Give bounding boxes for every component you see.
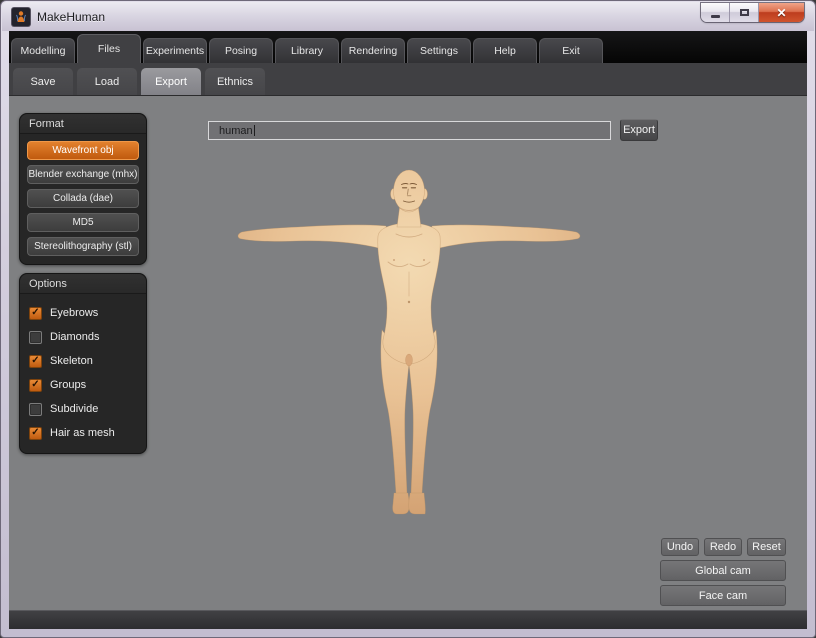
tab-export[interactable]: Export [141,68,201,95]
redo-button[interactable]: Redo [704,538,742,556]
option-row-hair-as-mesh: ✓ Hair as mesh [27,421,139,445]
format-panel-title: Format [20,114,146,134]
tab-files[interactable]: Files [77,34,141,63]
option-row-eyebrows: ✓ Eyebrows [27,301,139,325]
status-bar [9,610,807,629]
makehuman-logo-icon [12,8,30,26]
options-panel: Options ✓ Eyebrows Diamonds ✓ Skeleton [19,273,147,454]
text-caret [254,125,255,136]
tab-save[interactable]: Save [13,68,73,95]
reset-button[interactable]: Reset [747,538,786,556]
subdivide-checkbox[interactable] [29,403,42,416]
eyebrows-checkbox[interactable]: ✓ [29,307,42,320]
window-controls: ✕ [701,3,804,22]
format-md5-button[interactable]: MD5 [27,213,139,232]
close-button[interactable]: ✕ [759,3,804,22]
export-button[interactable]: Export [620,119,658,141]
app-window: MakeHuman ✕ Modelling Files Experiments … [0,0,816,638]
client-area: Modelling Files Experiments Posing Libra… [9,31,807,629]
eyebrows-label: Eyebrows [50,307,98,319]
maximize-button[interactable] [730,3,759,22]
filename-value: human [219,125,253,137]
tab-exit[interactable]: Exit [539,38,603,63]
option-row-subdivide: Subdivide [27,397,139,421]
main-area: Format Wavefront obj Blender exchange (m… [9,96,807,610]
options-panel-title: Options [20,274,146,294]
tab-experiments[interactable]: Experiments [143,38,207,63]
subdivide-label: Subdivide [50,403,98,415]
diamonds-label: Diamonds [50,331,100,343]
tab-ethnics[interactable]: Ethnics [205,68,265,95]
groups-checkbox[interactable]: ✓ [29,379,42,392]
hair-as-mesh-label: Hair as mesh [50,427,115,439]
titlebar[interactable]: MakeHuman ✕ [2,2,814,31]
skeleton-label: Skeleton [50,355,93,367]
tab-posing[interactable]: Posing [209,38,273,63]
format-wavefront-obj-button[interactable]: Wavefront obj [27,141,139,160]
sub-tab-bar: Save Load Export Ethnics [9,63,807,96]
human-body [238,170,580,514]
tab-settings[interactable]: Settings [407,38,471,63]
tab-help[interactable]: Help [473,38,537,63]
hair-as-mesh-checkbox[interactable]: ✓ [29,427,42,440]
diamonds-checkbox[interactable] [29,331,42,344]
format-panel: Format Wavefront obj Blender exchange (m… [19,113,147,265]
tab-library[interactable]: Library [275,38,339,63]
face-cam-button[interactable]: Face cam [660,585,786,606]
format-blender-exchange-button[interactable]: Blender exchange (mhx) [27,165,139,184]
main-tab-bar: Modelling Files Experiments Posing Libra… [9,31,807,63]
undo-button[interactable]: Undo [661,538,699,556]
maximize-icon [740,9,749,16]
option-row-diamonds: Diamonds [27,325,139,349]
format-collada-button[interactable]: Collada (dae) [27,189,139,208]
filename-input[interactable]: human [208,121,611,140]
tab-modelling[interactable]: Modelling [11,38,75,63]
option-row-skeleton: ✓ Skeleton [27,349,139,373]
human-model-3d-view[interactable] [236,164,586,520]
format-stereolithography-button[interactable]: Stereolithography (stl) [27,237,139,256]
tab-rendering[interactable]: Rendering [341,38,405,63]
option-row-groups: ✓ Groups [27,373,139,397]
window-title: MakeHuman [37,10,105,24]
close-icon: ✕ [776,6,786,20]
tab-load[interactable]: Load [77,68,137,95]
groups-label: Groups [50,379,86,391]
minimize-icon [711,15,720,18]
minimize-button[interactable] [701,3,730,22]
global-cam-button[interactable]: Global cam [660,560,786,581]
skeleton-checkbox[interactable]: ✓ [29,355,42,368]
